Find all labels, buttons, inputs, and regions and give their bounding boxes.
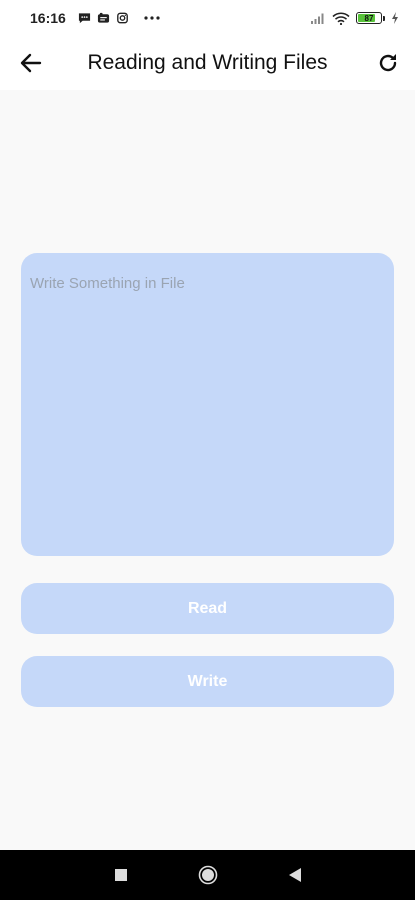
home-circle-icon [198, 865, 217, 885]
wifi-icon [332, 12, 350, 25]
system-nav-bar [0, 850, 415, 900]
back-button[interactable] [18, 50, 44, 76]
recents-button[interactable] [114, 868, 128, 882]
refresh-button[interactable] [375, 50, 401, 76]
page-title: Reading and Writing Files [87, 51, 328, 74]
back-triangle-icon [288, 868, 301, 882]
status-bar: 16:16 87 [0, 0, 415, 36]
battery-icon: 87 [356, 12, 385, 24]
read-button[interactable]: Read [21, 583, 394, 634]
battery-level: 87 [364, 13, 374, 23]
app-bar: Reading and Writing Files [0, 36, 415, 90]
file-content-input[interactable] [21, 253, 394, 556]
signal-icon [311, 13, 324, 24]
status-time: 16:16 [30, 10, 66, 26]
battery-body: 87 [356, 12, 382, 24]
status-right: 87 [310, 12, 399, 25]
home-button[interactable] [198, 865, 218, 885]
screen: 16:16 87 Reading and Writing Files Write… [0, 0, 415, 900]
news-icon [97, 12, 109, 23]
status-left: 16:16 [30, 10, 161, 26]
battery-cap [383, 15, 385, 21]
file-content-input-container [21, 253, 394, 556]
message-icon [78, 13, 90, 24]
arrow-left-icon [20, 53, 42, 73]
instagram-icon [116, 12, 128, 24]
back-nav-button[interactable] [288, 867, 302, 883]
more-dots-icon [144, 16, 160, 20]
charging-icon [392, 12, 398, 24]
refresh-icon [379, 54, 397, 72]
write-button[interactable]: Write [21, 656, 394, 707]
recents-square-icon [114, 869, 127, 881]
